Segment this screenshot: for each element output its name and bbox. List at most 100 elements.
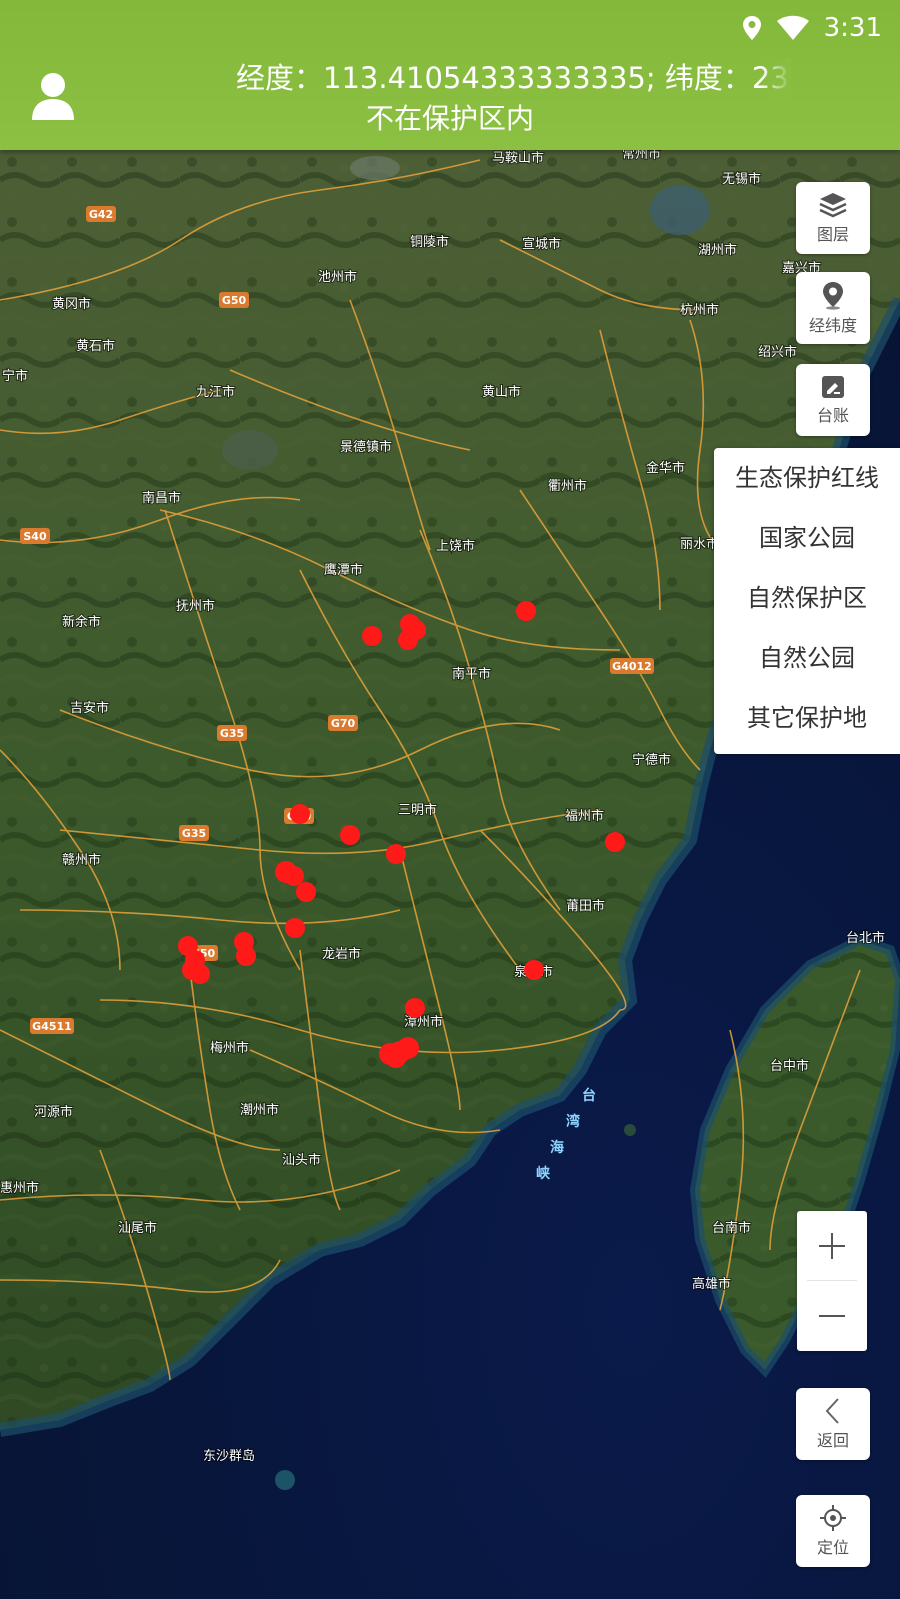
coordinates-readout: 经度：113.41054333333335; 纬度：23.18 <box>236 58 791 98</box>
wifi-icon <box>776 15 809 40</box>
place-label: 黄冈市 <box>52 296 91 312</box>
marker[interactable] <box>605 832 625 852</box>
place-label: 抚州市 <box>176 598 215 614</box>
marker[interactable] <box>405 998 425 1018</box>
road-badge-g4012: G4012 <box>610 658 654 674</box>
crosshair-icon <box>820 1505 846 1531</box>
status-bar: 3:31 <box>742 8 882 48</box>
svg-text:G50: G50 <box>222 294 247 307</box>
locate-button[interactable]: 定位 <box>796 1495 870 1567</box>
marker[interactable] <box>340 825 360 845</box>
place-label: 宁德市 <box>632 752 671 768</box>
road-badge-g50: G50 <box>219 292 249 308</box>
map-pin-icon <box>823 282 843 310</box>
place-label: 常州市 <box>622 150 661 162</box>
category-ecological-redline[interactable]: 生态保护红线 <box>714 448 900 508</box>
marker[interactable] <box>236 946 256 966</box>
layers-label: 图层 <box>816 225 849 244</box>
place-label: 东沙群岛 <box>203 1448 255 1464</box>
latlng-button[interactable]: 经纬度 <box>796 272 870 344</box>
place-label: 宁市 <box>2 368 28 384</box>
zoom-out-button[interactable] <box>797 1281 867 1350</box>
place-label: 上饶市 <box>436 538 475 554</box>
minus-icon <box>819 1314 845 1317</box>
place-label: 惠州市 <box>0 1180 39 1196</box>
svg-text:峡: 峡 <box>536 1165 551 1182</box>
status-time: 3:31 <box>823 13 882 43</box>
place-label: 三明市 <box>398 802 437 818</box>
place-label: 龙岩市 <box>322 946 361 962</box>
layers-icon <box>819 193 847 218</box>
road-badge-g35-a: G35 <box>217 725 247 741</box>
place-label: 台南市 <box>712 1220 751 1236</box>
header-bar: 3:31 经度：113.41054333333335; 纬度：23.18 不在保… <box>0 0 900 150</box>
place-label: 汕尾市 <box>118 1220 157 1236</box>
place-label: 河源市 <box>34 1104 73 1120</box>
marker[interactable] <box>516 601 536 621</box>
layers-button[interactable]: 图层 <box>796 182 870 254</box>
marker[interactable] <box>190 964 210 984</box>
coordinates-text: 经度：113.41054333333335; 纬度：23.18 <box>236 61 791 95</box>
marker[interactable] <box>285 918 305 938</box>
category-other-protected[interactable]: 其它保护地 <box>714 688 900 748</box>
svg-text:G4012: G4012 <box>612 660 652 673</box>
svg-text:G35: G35 <box>182 827 206 840</box>
svg-text:S40: S40 <box>23 530 47 543</box>
place-label: 黄石市 <box>76 338 115 354</box>
marker[interactable] <box>290 804 310 824</box>
place-label: 池州市 <box>318 269 357 285</box>
marker[interactable] <box>284 866 304 886</box>
place-label: 莆田市 <box>566 898 605 914</box>
latlng-label: 经纬度 <box>808 316 857 335</box>
location-icon <box>742 16 761 40</box>
road-badge-g4511: G4511 <box>30 1018 74 1034</box>
small-island <box>624 1124 636 1136</box>
place-label: 绍兴市 <box>758 344 797 360</box>
ledger-button[interactable]: 台账 <box>796 364 870 436</box>
place-label: 潮州市 <box>240 1102 279 1118</box>
place-label: 高雄市 <box>692 1276 731 1292</box>
marker[interactable] <box>386 1048 406 1068</box>
svg-text:海: 海 <box>550 1139 564 1156</box>
place-label: 赣州市 <box>62 852 101 868</box>
road-badge-s40: S40 <box>20 528 50 544</box>
back-button[interactable]: 返回 <box>796 1388 870 1460</box>
svg-text:G35: G35 <box>220 727 244 740</box>
zoom-in-button[interactable] <box>797 1211 867 1280</box>
satellite-map[interactable]: G42 G50 S40 G70 G35 G35 G4012 G4511 G50 … <box>0 150 900 1599</box>
coordinates-fade <box>761 58 791 98</box>
road-badge-g35-b: G35 <box>179 825 209 841</box>
chevron-left-icon <box>825 1398 839 1424</box>
svg-text:G4511: G4511 <box>32 1020 72 1033</box>
place-label: 衢州市 <box>548 478 587 494</box>
place-label: 金华市 <box>646 460 685 476</box>
place-label: 铜陵市 <box>410 234 449 250</box>
svg-text:台: 台 <box>582 1087 596 1104</box>
marker[interactable] <box>386 844 406 864</box>
category-national-park[interactable]: 国家公园 <box>714 508 900 568</box>
place-label: 新余市 <box>62 614 101 630</box>
category-nature-reserve[interactable]: 自然保护区 <box>714 568 900 628</box>
marker[interactable] <box>296 882 316 902</box>
ledger-icon <box>822 376 844 398</box>
place-label: 南昌市 <box>142 490 181 506</box>
protected-area-category-menu: 生态保护红线 国家公园 自然保护区 自然公园 其它保护地 <box>714 448 900 754</box>
road-badge-g42: G42 <box>86 206 116 222</box>
marker[interactable] <box>362 626 382 646</box>
road-badge-g70: G70 <box>328 715 358 731</box>
zoom-control <box>797 1211 867 1351</box>
marker[interactable] <box>398 630 418 650</box>
svg-text:湾: 湾 <box>566 1113 580 1130</box>
back-label: 返回 <box>816 1431 849 1450</box>
place-label: 台中市 <box>770 1058 809 1074</box>
place-label: 无锡市 <box>722 171 761 187</box>
category-nature-park[interactable]: 自然公园 <box>714 628 900 688</box>
dongsha-island <box>275 1470 295 1490</box>
place-label: 马鞍山市 <box>492 150 544 166</box>
marker[interactable] <box>524 960 544 980</box>
urban-area <box>350 156 400 180</box>
map-canvas[interactable]: G42 G50 S40 G70 G35 G35 G4012 G4511 G50 … <box>0 150 900 1599</box>
plus-icon <box>819 1232 845 1259</box>
place-label: 景德镇市 <box>340 439 392 455</box>
place-label: 宣城市 <box>522 236 561 252</box>
